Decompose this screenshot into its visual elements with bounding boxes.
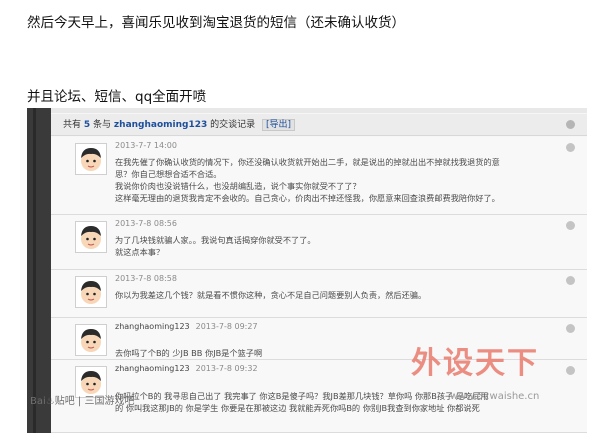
- message-count: 5: [83, 120, 91, 130]
- message-body: 你以为我差这几个钱？就是看不惯你这种，贪心不足自己问题要别人负责，然后还骗。: [115, 289, 426, 301]
- delete-message-icon[interactable]: [566, 366, 575, 375]
- chat-screenshot: 共有 5 条与 zhanghaoming123 的交谈记录 [导出] 2013-…: [27, 108, 587, 433]
- tieba-watermark: Bai♨贴吧 | 三国游戏吧: [30, 396, 135, 407]
- message-time: 2013-7-8 09:27: [195, 322, 258, 331]
- header-mid: 条与: [93, 120, 112, 130]
- caption-line-1: 然后今天早上，喜闻乐见收到淘宝退货的短信（还未确认收货）: [27, 15, 405, 31]
- message-meta: zhanghaoming123 2013-7-8 09:27: [115, 322, 258, 331]
- header-suffix: 的交谈记录: [210, 120, 256, 130]
- collapse-icon[interactable]: [566, 120, 575, 129]
- message-line: 为了几块钱就骗人家。。我说句真话揭穿你就受不了了。: [115, 235, 316, 245]
- message-meta: 2013-7-7 14:00: [115, 141, 177, 150]
- message-line: 你吗拉个B的 我寻思自己出了 我完事了 你这B是傻子吗？我JB差那几块钱？草你吗…: [115, 391, 489, 401]
- message-body: 在我先催了你确认收货的情况下，你还没确认收货就开始出二手，就是说出的掉就出出不掉…: [115, 156, 500, 204]
- waishe-logo-watermark: 外设天下: [411, 346, 539, 381]
- message-line: 在我先催了你确认收货的情况下，你还没确认收货就开始出二手，就是说出的掉就出出不掉…: [115, 157, 500, 167]
- message-line: 我说你价肉也没说错什么，也没胡编乱造，说个事实你就受不了了？: [115, 181, 361, 191]
- header-prefix: 共有: [63, 120, 82, 130]
- left-dark-bar: [27, 108, 51, 433]
- message-line: 的 你叫我这那JB的 你是学生 你要是在那被这边 我就能弄死你吗B的 你别JB我…: [115, 403, 480, 413]
- message-body: 为了几块钱就骗人家。。我说句真话揭穿你就受不了了。 就这点本事？: [115, 234, 316, 258]
- waishe-url-watermark: www.52waishe.cn: [450, 391, 540, 402]
- message-line: 就这点本事？: [115, 247, 165, 257]
- message-body: 去你吗了个B的 少JB BB 你JB是个篮子啊: [115, 347, 262, 359]
- message-item: 2013-7-8 08:58 你以为我差这几个钱？就是看不惯你这种，贪心不足自己问…: [51, 270, 587, 318]
- cartoon-face-icon: [76, 325, 106, 355]
- avatar[interactable]: [75, 221, 107, 253]
- top-edge: [51, 108, 587, 113]
- message-author[interactable]: zhanghaoming123: [115, 322, 190, 331]
- message-item: 2013-7-8 08:56 为了几块钱就骗人家。。我说句真话揭穿你就受不了了。就…: [51, 215, 587, 270]
- message-line: 思？你自己想想合适不合适。: [115, 169, 222, 179]
- avatar[interactable]: [75, 143, 107, 175]
- cartoon-face-icon: [76, 144, 106, 174]
- export-button[interactable]: [导出]: [262, 119, 296, 131]
- delete-message-icon[interactable]: [566, 221, 575, 230]
- conversation-header: 共有 5 条与 zhanghaoming123 的交谈记录 [导出]: [51, 114, 587, 136]
- message-item: 2013-7-7 14:00 在我先催了你确认收货的情况下，你还没确认收货就开始出…: [51, 137, 587, 215]
- message-meta: 2013-7-8 08:58: [115, 274, 177, 283]
- message-meta: 2013-7-8 08:56: [115, 219, 177, 228]
- message-author[interactable]: zhanghaoming123: [115, 364, 190, 373]
- message-line: 这样毫无理由的退货我肯定不会收的。自己贪心，价肉出不掉还怪我，你愿意来回查浪费邮…: [115, 193, 500, 203]
- message-time: 2013-7-8 09:32: [195, 364, 258, 373]
- message-line: 去你吗了个B的 少JB BB 你JB是个篮子啊: [115, 348, 263, 358]
- delete-message-icon[interactable]: [566, 324, 575, 333]
- message-time: 2013-7-8 08:58: [115, 274, 177, 283]
- message-time: 2013-7-7 14:00: [115, 141, 177, 150]
- delete-message-icon[interactable]: [566, 143, 575, 152]
- cartoon-face-icon: [76, 277, 106, 307]
- caption-line-2: 并且论坛、短信、qq全面开喷: [27, 89, 207, 105]
- message-time: 2013-7-8 08:56: [115, 219, 177, 228]
- message-body: 你吗拉个B的 我寻思自己出了 我完事了 你这B是傻子吗？我JB差那几块钱？草你吗…: [115, 390, 489, 414]
- message-line: 你以为我差这几个钱？就是看不惯你这种，贪心不足自己问题要别人负责，然后还骗。: [115, 290, 427, 300]
- avatar[interactable]: [75, 324, 107, 356]
- message-meta: zhanghaoming123 2013-7-8 09:32: [115, 364, 258, 373]
- cartoon-face-icon: [76, 222, 106, 252]
- delete-message-icon[interactable]: [566, 276, 575, 285]
- header-username: zhanghaoming123: [113, 120, 208, 130]
- avatar[interactable]: [75, 276, 107, 308]
